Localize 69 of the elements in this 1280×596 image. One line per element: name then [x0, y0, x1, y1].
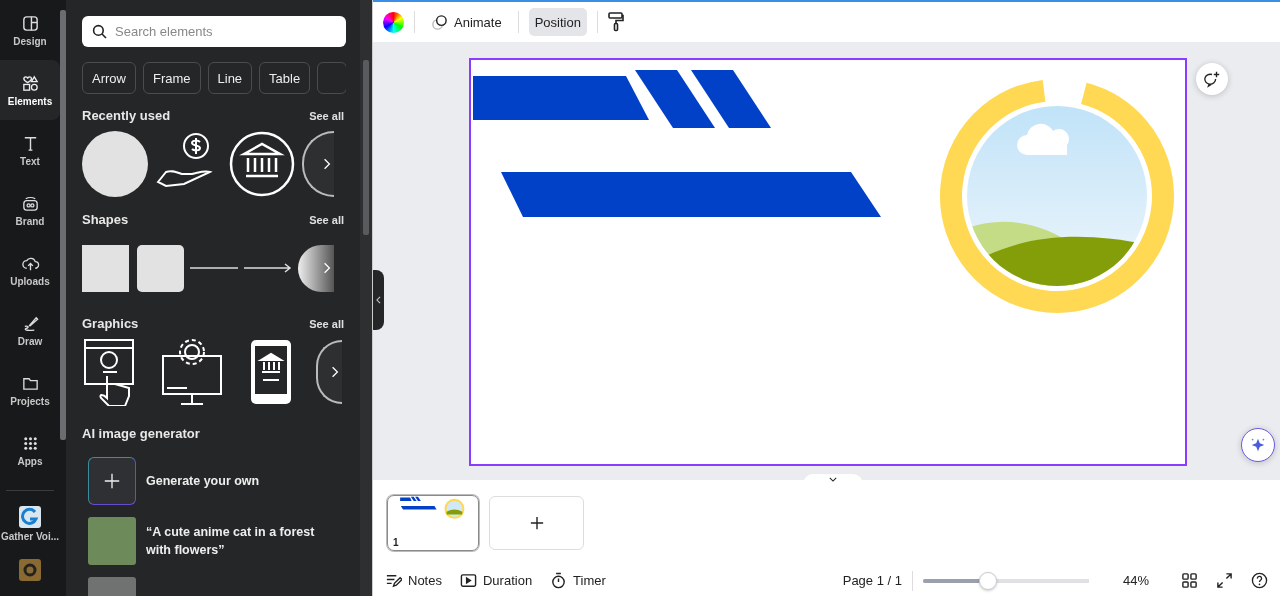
zoom-slider-thumb[interactable]	[978, 571, 997, 590]
footer-icon	[550, 572, 568, 589]
comment-add-icon	[1203, 70, 1221, 88]
page-indicator: Page 1 / 1	[842, 573, 902, 588]
add-comment-button[interactable]	[1196, 63, 1228, 95]
arrow-line-shape[interactable]	[244, 263, 292, 273]
see-all-link[interactable]: See all	[309, 213, 344, 226]
slanted-stripes-drawing[interactable]	[472, 70, 881, 217]
nav-item[interactable]: Brand	[0, 180, 60, 240]
rounded-square-shape[interactable]	[137, 244, 184, 292]
ai-prompt-item[interactable]: Generate your own	[82, 457, 346, 505]
filter-chip[interactable]: Arrow	[82, 62, 136, 94]
nav-item[interactable]: Draw	[0, 300, 60, 360]
app-logo-icon	[19, 506, 41, 528]
help-icon[interactable]	[1251, 572, 1268, 589]
see-all-link[interactable]: See all	[309, 317, 344, 330]
footer-icon	[459, 572, 477, 589]
photo-placeholder	[88, 517, 136, 565]
nav-item[interactable]: Apps	[0, 420, 60, 480]
section-title: AI image generator	[82, 426, 201, 441]
landscape-frame-drawing[interactable]	[939, 79, 1174, 313]
filter-chip[interactable]: Line	[207, 62, 253, 94]
footer-icon	[385, 572, 402, 589]
next-icon[interactable]	[331, 366, 339, 378]
nav-icon	[20, 73, 40, 93]
paint-roller-icon[interactable]	[607, 12, 624, 32]
nav-item[interactable]: Design	[0, 0, 60, 60]
filter-chip[interactable]: Table	[259, 62, 311, 94]
grid-view-icon[interactable]	[1181, 572, 1198, 589]
see-all-link[interactable]: See all	[309, 109, 344, 122]
toolbar-button[interactable]: Animate	[425, 8, 508, 36]
next-icon[interactable]	[323, 262, 331, 274]
scrollbar[interactable]	[360, 0, 372, 596]
app-logo-icon[interactable]	[19, 559, 41, 581]
page-thumbnail[interactable]: 1	[387, 494, 479, 551]
scrollbar[interactable]	[60, 0, 66, 596]
fullscreen-icon[interactable]	[1216, 572, 1233, 589]
nav-icon	[20, 13, 40, 33]
animate-icon	[431, 13, 448, 31]
footer-button[interactable]: Notes	[385, 572, 442, 589]
nav-item[interactable]: Projects	[0, 360, 60, 420]
search-icon	[92, 24, 108, 40]
ai-prompt-item[interactable]: “A cute anime cat in a forest with flowers”	[82, 517, 346, 565]
search-field[interactable]: Search elements	[82, 16, 346, 47]
nav-item[interactable]: Text	[0, 120, 60, 180]
collapse-panel-handle[interactable]	[373, 270, 384, 330]
add-icon	[88, 457, 136, 505]
prompt-text: “A cute anime cat in a forest with flowers”	[146, 524, 316, 559]
section-title: Graphics	[82, 316, 139, 331]
app-shortcut[interactable]: Gather Voi...	[0, 495, 60, 553]
toolbar-button[interactable]: Position	[528, 8, 587, 36]
filter-chip[interactable]: Frame	[142, 62, 201, 94]
page-preview-drawing	[400, 496, 465, 519]
next-icon[interactable]	[323, 158, 331, 170]
design-canvas[interactable]	[470, 60, 1185, 464]
square-shape[interactable]	[82, 244, 129, 292]
prompt-text: Generate your own	[146, 473, 261, 490]
section-title: Recently used	[82, 108, 171, 123]
color-picker-icon[interactable]	[383, 11, 404, 33]
nav-item[interactable]: Uploads	[0, 240, 60, 300]
section-title: Shapes	[82, 212, 129, 227]
plus-icon	[529, 515, 544, 530]
page-number: 1	[393, 536, 399, 548]
footer-button[interactable]: Timer	[550, 572, 606, 589]
bank-graphic[interactable]	[228, 130, 296, 198]
zoom-percentage[interactable]: 44%	[1123, 573, 1163, 588]
nav-item[interactable]: Elements	[0, 60, 60, 120]
footer-button[interactable]: Duration	[459, 572, 533, 589]
magic-assistant-button[interactable]	[1241, 428, 1275, 462]
